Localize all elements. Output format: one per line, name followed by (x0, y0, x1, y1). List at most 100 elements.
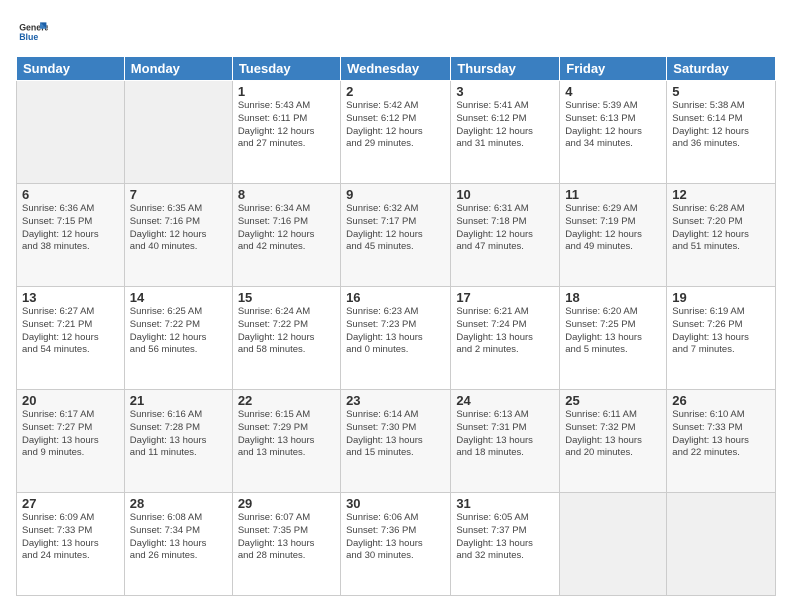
day-cell: 21Sunrise: 6:16 AM Sunset: 7:28 PM Dayli… (124, 390, 232, 493)
weekday-header-row: SundayMondayTuesdayWednesdayThursdayFrid… (17, 57, 776, 81)
day-cell (560, 493, 667, 596)
day-cell: 3Sunrise: 5:41 AM Sunset: 6:12 PM Daylig… (451, 81, 560, 184)
day-cell: 1Sunrise: 5:43 AM Sunset: 6:11 PM Daylig… (232, 81, 340, 184)
day-cell (667, 493, 776, 596)
day-info: Sunrise: 6:19 AM Sunset: 7:26 PM Dayligh… (672, 306, 770, 357)
week-row-3: 13Sunrise: 6:27 AM Sunset: 7:21 PM Dayli… (17, 287, 776, 390)
day-cell: 30Sunrise: 6:06 AM Sunset: 7:36 PM Dayli… (341, 493, 451, 596)
day-cell: 28Sunrise: 6:08 AM Sunset: 7:34 PM Dayli… (124, 493, 232, 596)
calendar: SundayMondayTuesdayWednesdayThursdayFrid… (16, 56, 776, 596)
week-row-5: 27Sunrise: 6:09 AM Sunset: 7:33 PM Dayli… (17, 493, 776, 596)
day-cell: 20Sunrise: 6:17 AM Sunset: 7:27 PM Dayli… (17, 390, 125, 493)
day-number: 25 (565, 393, 661, 408)
day-info: Sunrise: 6:11 AM Sunset: 7:32 PM Dayligh… (565, 409, 661, 460)
day-info: Sunrise: 6:23 AM Sunset: 7:23 PM Dayligh… (346, 306, 445, 357)
day-info: Sunrise: 6:27 AM Sunset: 7:21 PM Dayligh… (22, 306, 119, 357)
day-number: 30 (346, 496, 445, 511)
day-number: 1 (238, 84, 335, 99)
day-info: Sunrise: 6:34 AM Sunset: 7:16 PM Dayligh… (238, 203, 335, 254)
week-row-1: 1Sunrise: 5:43 AM Sunset: 6:11 PM Daylig… (17, 81, 776, 184)
day-number: 11 (565, 187, 661, 202)
day-info: Sunrise: 6:06 AM Sunset: 7:36 PM Dayligh… (346, 512, 445, 563)
day-number: 22 (238, 393, 335, 408)
day-info: Sunrise: 6:35 AM Sunset: 7:16 PM Dayligh… (130, 203, 227, 254)
day-cell: 25Sunrise: 6:11 AM Sunset: 7:32 PM Dayli… (560, 390, 667, 493)
weekday-header-thursday: Thursday (451, 57, 560, 81)
day-number: 14 (130, 290, 227, 305)
day-cell: 23Sunrise: 6:14 AM Sunset: 7:30 PM Dayli… (341, 390, 451, 493)
day-cell: 22Sunrise: 6:15 AM Sunset: 7:29 PM Dayli… (232, 390, 340, 493)
day-cell: 17Sunrise: 6:21 AM Sunset: 7:24 PM Dayli… (451, 287, 560, 390)
day-number: 9 (346, 187, 445, 202)
day-number: 28 (130, 496, 227, 511)
day-number: 3 (456, 84, 554, 99)
header: General Blue (16, 16, 776, 48)
logo: General Blue (16, 16, 52, 48)
day-info: Sunrise: 5:42 AM Sunset: 6:12 PM Dayligh… (346, 100, 445, 151)
weekday-header-tuesday: Tuesday (232, 57, 340, 81)
day-number: 10 (456, 187, 554, 202)
day-cell: 12Sunrise: 6:28 AM Sunset: 7:20 PM Dayli… (667, 184, 776, 287)
day-cell (124, 81, 232, 184)
day-number: 23 (346, 393, 445, 408)
day-number: 31 (456, 496, 554, 511)
day-cell: 14Sunrise: 6:25 AM Sunset: 7:22 PM Dayli… (124, 287, 232, 390)
day-cell (17, 81, 125, 184)
day-info: Sunrise: 6:13 AM Sunset: 7:31 PM Dayligh… (456, 409, 554, 460)
day-info: Sunrise: 6:07 AM Sunset: 7:35 PM Dayligh… (238, 512, 335, 563)
day-number: 4 (565, 84, 661, 99)
logo-icon: General Blue (16, 16, 48, 48)
day-cell: 11Sunrise: 6:29 AM Sunset: 7:19 PM Dayli… (560, 184, 667, 287)
day-cell: 29Sunrise: 6:07 AM Sunset: 7:35 PM Dayli… (232, 493, 340, 596)
day-info: Sunrise: 6:10 AM Sunset: 7:33 PM Dayligh… (672, 409, 770, 460)
day-number: 17 (456, 290, 554, 305)
day-info: Sunrise: 5:43 AM Sunset: 6:11 PM Dayligh… (238, 100, 335, 151)
day-info: Sunrise: 5:39 AM Sunset: 6:13 PM Dayligh… (565, 100, 661, 151)
day-number: 2 (346, 84, 445, 99)
day-info: Sunrise: 6:08 AM Sunset: 7:34 PM Dayligh… (130, 512, 227, 563)
day-number: 8 (238, 187, 335, 202)
week-row-2: 6Sunrise: 6:36 AM Sunset: 7:15 PM Daylig… (17, 184, 776, 287)
day-cell: 27Sunrise: 6:09 AM Sunset: 7:33 PM Dayli… (17, 493, 125, 596)
day-info: Sunrise: 6:14 AM Sunset: 7:30 PM Dayligh… (346, 409, 445, 460)
day-info: Sunrise: 6:31 AM Sunset: 7:18 PM Dayligh… (456, 203, 554, 254)
day-info: Sunrise: 6:15 AM Sunset: 7:29 PM Dayligh… (238, 409, 335, 460)
day-cell: 6Sunrise: 6:36 AM Sunset: 7:15 PM Daylig… (17, 184, 125, 287)
day-cell: 2Sunrise: 5:42 AM Sunset: 6:12 PM Daylig… (341, 81, 451, 184)
day-info: Sunrise: 6:28 AM Sunset: 7:20 PM Dayligh… (672, 203, 770, 254)
day-cell: 19Sunrise: 6:19 AM Sunset: 7:26 PM Dayli… (667, 287, 776, 390)
weekday-header-monday: Monday (124, 57, 232, 81)
day-info: Sunrise: 6:25 AM Sunset: 7:22 PM Dayligh… (130, 306, 227, 357)
day-number: 26 (672, 393, 770, 408)
day-cell: 15Sunrise: 6:24 AM Sunset: 7:22 PM Dayli… (232, 287, 340, 390)
day-info: Sunrise: 6:20 AM Sunset: 7:25 PM Dayligh… (565, 306, 661, 357)
weekday-header-sunday: Sunday (17, 57, 125, 81)
day-number: 20 (22, 393, 119, 408)
day-number: 15 (238, 290, 335, 305)
day-number: 13 (22, 290, 119, 305)
day-cell: 26Sunrise: 6:10 AM Sunset: 7:33 PM Dayli… (667, 390, 776, 493)
week-row-4: 20Sunrise: 6:17 AM Sunset: 7:27 PM Dayli… (17, 390, 776, 493)
day-number: 27 (22, 496, 119, 511)
day-number: 29 (238, 496, 335, 511)
day-info: Sunrise: 6:17 AM Sunset: 7:27 PM Dayligh… (22, 409, 119, 460)
day-cell: 18Sunrise: 6:20 AM Sunset: 7:25 PM Dayli… (560, 287, 667, 390)
day-info: Sunrise: 6:09 AM Sunset: 7:33 PM Dayligh… (22, 512, 119, 563)
day-cell: 7Sunrise: 6:35 AM Sunset: 7:16 PM Daylig… (124, 184, 232, 287)
day-cell: 10Sunrise: 6:31 AM Sunset: 7:18 PM Dayli… (451, 184, 560, 287)
day-info: Sunrise: 5:41 AM Sunset: 6:12 PM Dayligh… (456, 100, 554, 151)
day-number: 6 (22, 187, 119, 202)
svg-text:Blue: Blue (19, 32, 38, 42)
day-info: Sunrise: 5:38 AM Sunset: 6:14 PM Dayligh… (672, 100, 770, 151)
day-cell: 5Sunrise: 5:38 AM Sunset: 6:14 PM Daylig… (667, 81, 776, 184)
day-cell: 13Sunrise: 6:27 AM Sunset: 7:21 PM Dayli… (17, 287, 125, 390)
day-cell: 9Sunrise: 6:32 AM Sunset: 7:17 PM Daylig… (341, 184, 451, 287)
weekday-header-saturday: Saturday (667, 57, 776, 81)
day-number: 18 (565, 290, 661, 305)
day-cell: 8Sunrise: 6:34 AM Sunset: 7:16 PM Daylig… (232, 184, 340, 287)
day-info: Sunrise: 6:36 AM Sunset: 7:15 PM Dayligh… (22, 203, 119, 254)
day-number: 7 (130, 187, 227, 202)
day-info: Sunrise: 6:24 AM Sunset: 7:22 PM Dayligh… (238, 306, 335, 357)
weekday-header-wednesday: Wednesday (341, 57, 451, 81)
day-number: 21 (130, 393, 227, 408)
